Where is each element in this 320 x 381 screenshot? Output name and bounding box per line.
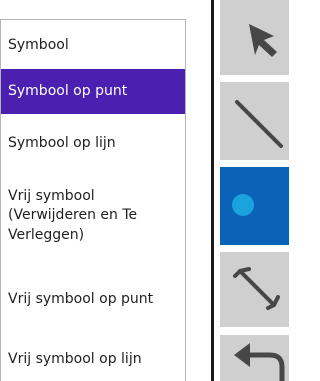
menu-item-symbool-op-punt[interactable]: Symbool op punt: [1, 69, 185, 114]
menu-item-vrij-symbool-op-punt[interactable]: Vrij symbool op punt: [1, 270, 185, 330]
resize-tool-button[interactable]: [220, 252, 289, 327]
menu-item-label: Vrij symbool op lijn: [8, 351, 142, 368]
line-icon: [235, 100, 283, 148]
point-icon: [232, 194, 254, 216]
menu-item-vrij-symbool[interactable]: Vrij symbool (Verwijderen en Te Verlegge…: [1, 176, 185, 256]
undo-tool-button[interactable]: [220, 335, 289, 381]
resize-icon: [233, 267, 280, 310]
menu-item-symbool-op-lijn[interactable]: Symbool op lijn: [1, 124, 185, 164]
tool-strip: [214, 0, 289, 381]
menu-item-symbool[interactable]: Symbool: [1, 27, 185, 65]
menu-item-label: Vrij symbool (Verwijderen en Te Verlegge…: [8, 187, 138, 243]
menu-item-label: Symbool op punt: [8, 82, 128, 99]
point-tool-button[interactable]: [220, 167, 289, 245]
menu-item-vrij-symbool-op-lijn[interactable]: Vrij symbool op lijn: [1, 338, 185, 381]
select-tool-button[interactable]: [220, 0, 289, 75]
undo-icon: [234, 343, 285, 381]
menu-item-label: Symbool op lijn: [8, 135, 116, 152]
select-arrow-icon: [249, 24, 277, 57]
menu-item-label: Symbool: [8, 37, 69, 54]
menu-item-label: Vrij symbool op punt: [8, 291, 154, 308]
line-tool-button[interactable]: [220, 82, 289, 160]
symbol-type-menu: Symbool Symbool op punt Symbool op lijn …: [0, 19, 186, 381]
